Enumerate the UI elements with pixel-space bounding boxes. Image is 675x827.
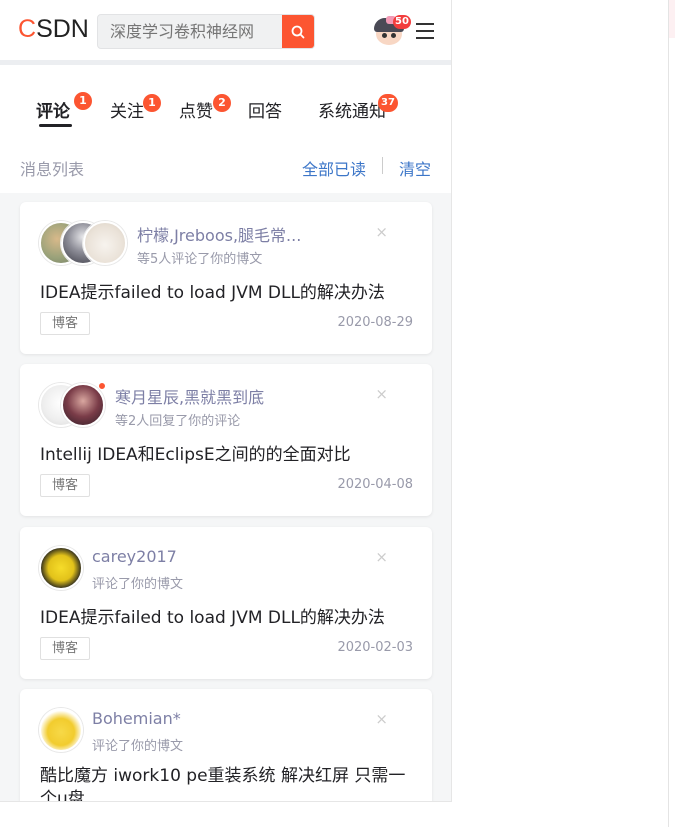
message-date: 2020-02-03 [337, 640, 413, 655]
type-tag: 博客 [40, 474, 90, 497]
search-button[interactable] [282, 15, 314, 48]
mark-all-read-button[interactable]: 全部已读 [302, 156, 366, 180]
avatar-eye [382, 33, 387, 38]
article-title[interactable]: Intellij IDEA和EclipsE之间的的全面对比 [40, 440, 351, 465]
message-date: 2020-08-29 [337, 315, 413, 330]
tab-label: 回答 [248, 102, 282, 122]
search-input[interactable] [98, 15, 284, 48]
tab-system-notices[interactable]: 系统通知 [318, 97, 386, 122]
close-icon[interactable]: × [375, 710, 388, 728]
tabs-area: 评论 1 关注 1 点赞 2 回答 系统通知 37 消息列表 全部已读 清空 [0, 65, 451, 193]
tab-likes[interactable]: 点赞 [179, 97, 213, 122]
close-icon[interactable]: × [375, 385, 388, 403]
search-icon [291, 25, 305, 38]
message-summary: 等2人回复了你的评论 [115, 414, 241, 429]
message-card[interactable]: 柠檬,Jreboos,腿毛常... 等5人评论了你的博文 × IDEA提示fai… [20, 202, 432, 354]
article-title[interactable]: 酷比魔方 iwork10 pe重装系统 解决红屏 只需一个u盘 [40, 765, 420, 801]
sender-names[interactable]: 柠檬,Jreboos,腿毛常... [137, 222, 301, 246]
article-title[interactable]: IDEA提示failed to load JVM DLL的解决办法 [40, 278, 385, 303]
message-summary: 评论了你的博文 [92, 739, 184, 754]
logo-letter-c: C [18, 15, 37, 43]
unread-dot [98, 382, 106, 390]
page: CSDN 50 [0, 0, 675, 827]
active-tab-indicator [39, 124, 72, 127]
divider-line [668, 0, 669, 827]
sender-avatar [83, 221, 127, 265]
tab-follows[interactable]: 关注 [110, 97, 144, 122]
tab-label: 评论 [36, 102, 70, 122]
sender-names[interactable]: Bohemian* [92, 709, 181, 728]
tab-label: 点赞 [179, 102, 213, 122]
avatar-badge: 50 [393, 15, 411, 29]
tab-comments[interactable]: 评论 [36, 97, 70, 122]
tab-answers[interactable]: 回答 [248, 97, 282, 122]
close-icon[interactable]: × [375, 223, 388, 241]
sender-names[interactable]: 寒月星辰,黑就黑到底 [115, 384, 264, 408]
message-card[interactable]: carey2017 评论了你的博文 × IDEA提示failed to load… [20, 527, 432, 679]
message-card[interactable]: 寒月星辰,黑就黑到底 等2人回复了你的评论 × Intellij IDEA和Ec… [20, 364, 432, 516]
article-title[interactable]: IDEA提示failed to load JVM DLL的解决办法 [40, 603, 385, 628]
action-divider [382, 157, 383, 174]
tab-badge: 2 [213, 94, 231, 112]
csdn-logo[interactable]: CSDN [18, 15, 89, 44]
sender-names[interactable]: carey2017 [92, 547, 177, 566]
menu-icon[interactable] [416, 22, 434, 40]
edge-strip [669, 0, 675, 38]
type-tag: 博客 [40, 637, 90, 660]
message-date: 2020-04-08 [337, 477, 413, 492]
type-tag: 博客 [40, 312, 90, 335]
top-header: CSDN 50 [0, 0, 451, 60]
message-card[interactable]: Bohemian* 评论了你的博文 × 酷比魔方 iwork10 pe重装系统 … [20, 689, 432, 801]
close-icon[interactable]: × [375, 548, 388, 566]
message-summary: 评论了你的博文 [92, 577, 184, 592]
sender-avatar [61, 383, 105, 427]
message-panel: CSDN 50 [0, 0, 452, 802]
tab-badge: 1 [143, 94, 161, 112]
avatar-eye [391, 33, 396, 38]
logo-letters: SDN [36, 15, 89, 43]
tab-badge: 37 [378, 94, 398, 112]
search-box [97, 14, 315, 49]
tab-label: 关注 [110, 102, 144, 122]
list-title: 消息列表 [20, 160, 85, 179]
sender-avatar [39, 546, 83, 590]
sender-avatar [39, 708, 83, 752]
clear-button[interactable]: 清空 [399, 156, 431, 180]
tab-badge: 1 [74, 92, 92, 110]
message-summary: 等5人评论了你的博文 [137, 252, 263, 267]
tab-label: 系统通知 [318, 102, 386, 122]
